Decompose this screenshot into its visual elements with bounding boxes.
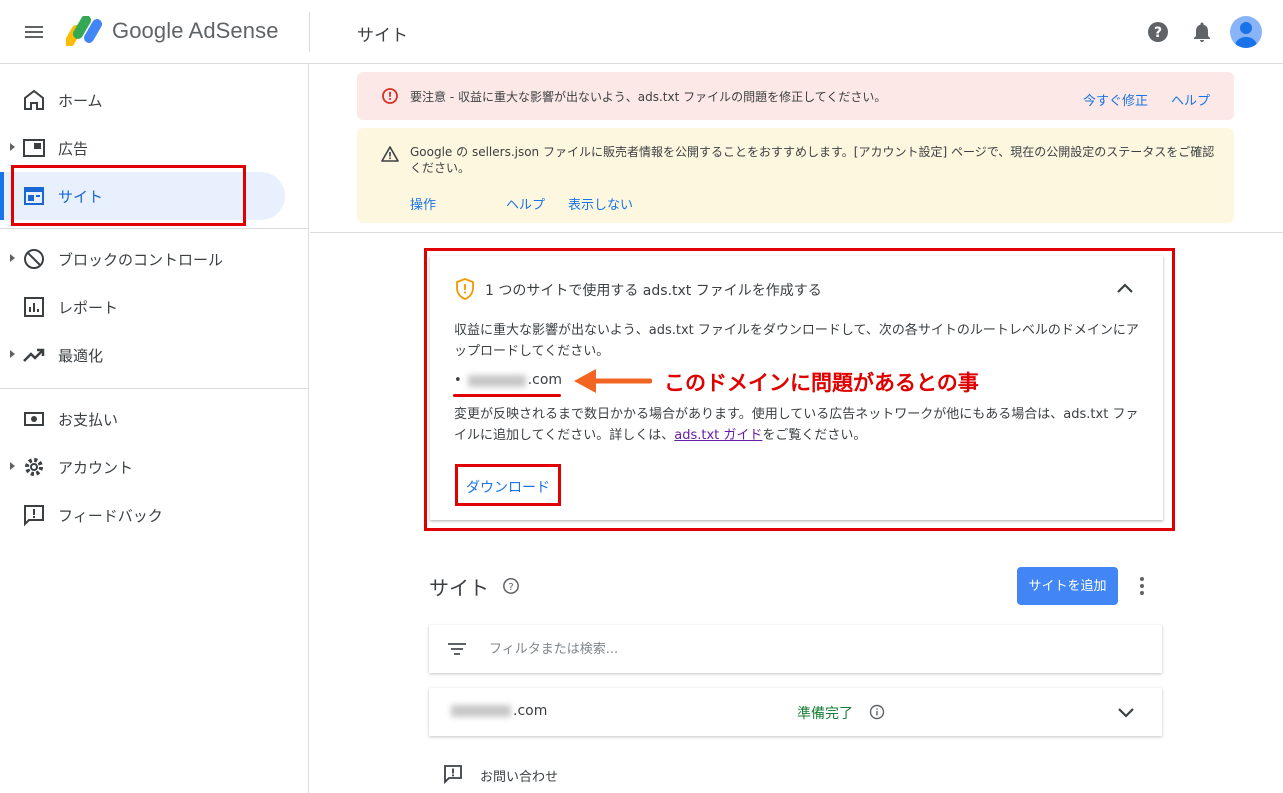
annotation-arrow-icon <box>574 369 652 393</box>
sidebar-item-optimization[interactable]: 最適化 <box>0 331 285 379</box>
sidebar-item-account[interactable]: アカウント <box>0 443 285 491</box>
page-title: サイト <box>357 26 408 46</box>
help-icon[interactable]: ? <box>1146 20 1170 44</box>
feedback-icon <box>24 505 44 527</box>
account-avatar[interactable] <box>1230 16 1262 48</box>
ads-icon <box>23 139 45 157</box>
active-indicator <box>0 172 4 220</box>
sidebar-item-label: ホーム <box>58 92 103 110</box>
sidebar-item-label: お支払い <box>58 411 119 429</box>
error-alert: 要注意 - 収益に重大な影響が出ないよう、ads.txt ファイルの問題を修正し… <box>357 72 1234 120</box>
highlight-box <box>11 165 246 226</box>
redacted-domain <box>451 705 511 717</box>
sidebar-item-label: フィードバック <box>58 507 163 525</box>
adsense-logo-icon <box>66 16 102 46</box>
more-vert-icon[interactable] <box>1134 574 1150 598</box>
expand-caret-icon <box>10 350 15 358</box>
main-content: 要注意 - 収益に重大な影響が出ないよう、ads.txt ファイルの問題を修正し… <box>310 64 1283 793</box>
expand-caret-icon <box>10 254 15 262</box>
highlight-box <box>455 464 561 506</box>
error-icon <box>382 88 398 104</box>
sites-heading: サイト <box>429 576 489 600</box>
notifications-bell-icon[interactable] <box>1190 20 1214 44</box>
filter-bar <box>429 625 1162 673</box>
warning-icon <box>381 146 399 162</box>
payments-icon <box>24 412 44 426</box>
sidebar-item-label: 広告 <box>58 140 89 158</box>
block-icon <box>24 249 44 269</box>
site-domain: .com <box>451 703 547 719</box>
fix-now-link[interactable]: 今すぐ修正 <box>1083 90 1148 109</box>
filter-icon <box>448 643 466 655</box>
chevron-down-icon[interactable] <box>1115 701 1137 723</box>
dismiss-link[interactable]: 表示しない <box>568 194 633 213</box>
sidebar-divider <box>0 228 308 229</box>
app-logo-text: Google AdSense <box>112 18 279 43</box>
help-outline-icon[interactable]: ? <box>502 577 520 595</box>
domain-suffix: .com <box>513 703 548 719</box>
sidebar-item-payments[interactable]: お支払い <box>0 395 285 443</box>
sidebar-item-label: アカウント <box>58 459 134 477</box>
expand-caret-icon <box>10 462 15 470</box>
trending-icon <box>23 348 45 362</box>
svg-text:?: ? <box>1154 25 1162 41</box>
add-site-button[interactable]: サイトを追加 <box>1017 567 1118 605</box>
sidebar-item-label: レポート <box>58 299 119 317</box>
alert-text: Google の sellers.json ファイルに販売者情報を公開することを… <box>410 145 1215 175</box>
menu-icon[interactable] <box>24 22 44 42</box>
top-app-bar: Google AdSense サイト ? <box>0 0 1283 64</box>
action-link[interactable]: 操作 <box>410 194 436 213</box>
filter-search-input[interactable] <box>489 637 1089 661</box>
warning-alert: Google の sellers.json ファイルに販売者情報を公開することを… <box>357 128 1234 223</box>
user-icon <box>1235 22 1257 48</box>
sidebar-item-home[interactable]: ホーム <box>0 76 285 124</box>
expand-caret-icon <box>10 143 15 151</box>
help-link[interactable]: ヘルプ <box>1171 90 1210 109</box>
info-icon[interactable] <box>869 704 885 720</box>
annotation-text: このドメインに問題があるとの事 <box>664 371 979 395</box>
contact-label: お問い合わせ <box>480 770 559 785</box>
alert-text: 要注意 - 収益に重大な影響が出ないよう、ads.txt ファイルの問題を修正し… <box>410 90 887 104</box>
sidebar-divider <box>0 388 308 389</box>
sidebar-item-label: ブロックのコントロール <box>58 251 224 269</box>
sidebar-item-label: 最適化 <box>58 347 104 365</box>
help-link[interactable]: ヘルプ <box>506 194 545 213</box>
home-icon <box>24 89 44 110</box>
status-badge: 準備完了 <box>797 706 853 722</box>
feedback-icon <box>444 765 462 784</box>
settings-icon <box>25 458 43 476</box>
sidebar-item-reports[interactable]: レポート <box>0 283 285 331</box>
svg-text:?: ? <box>508 582 513 593</box>
topbar-divider <box>309 12 310 52</box>
sidebar-item-block-controls[interactable]: ブロックのコントロール <box>0 235 285 283</box>
table-row[interactable]: .com 準備完了 <box>429 688 1162 736</box>
sidebar-item-feedback[interactable]: フィードバック <box>0 491 285 539</box>
content-divider <box>310 232 1283 233</box>
report-icon <box>24 297 44 317</box>
